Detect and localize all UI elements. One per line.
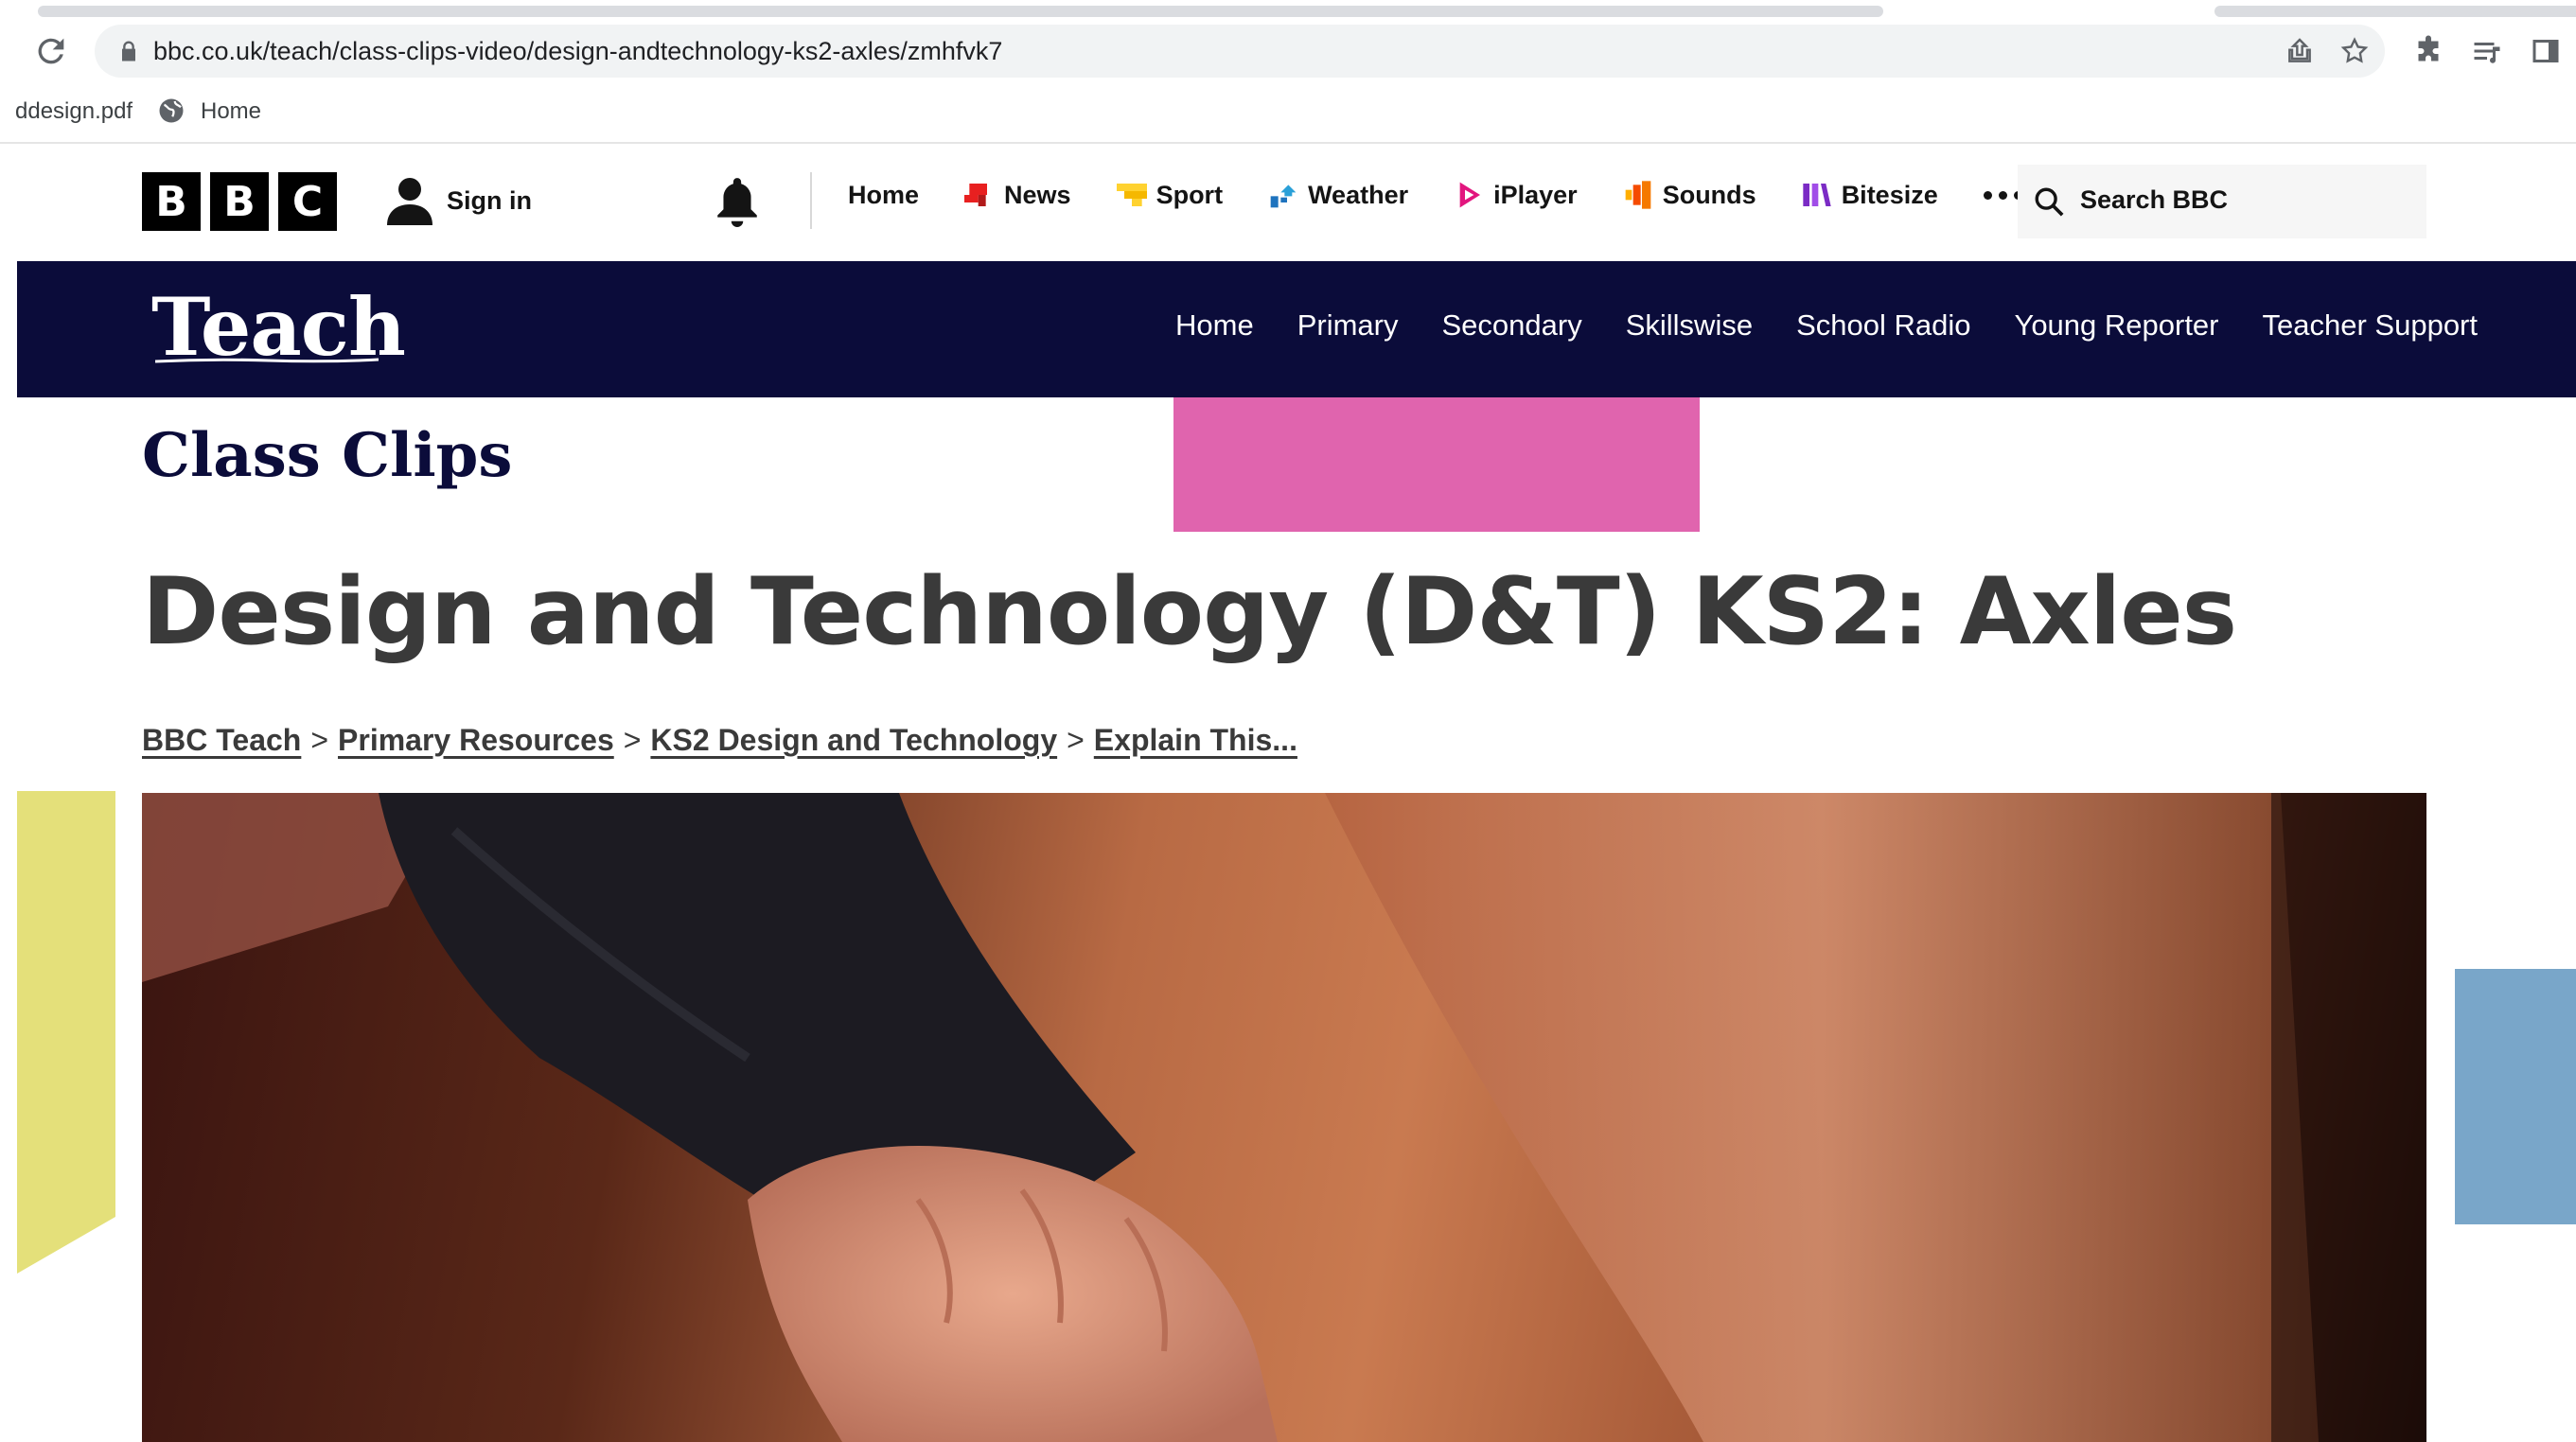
iplayer-icon (1459, 182, 1481, 208)
sport-icon (1116, 184, 1147, 206)
notifications-bell-icon[interactable] (714, 176, 761, 227)
masthead-divider (810, 172, 812, 229)
tab-strip-track-right (2214, 6, 2576, 17)
tab-strip-track (38, 6, 1883, 17)
teach-nav-skillswise[interactable]: Skillswise (1626, 308, 1753, 343)
section-heading: Class Clips (142, 420, 513, 491)
more-menu-icon[interactable] (1983, 190, 2022, 200)
browser-toolbar: bbc.co.uk/teach/class-clips-video/design… (0, 17, 2576, 85)
breadcrumb: BBC Teach > Primary Resources > KS2 Design a… (142, 723, 1297, 758)
teach-navbar: Teach Home Primary Secondary Skillswise … (17, 261, 2576, 397)
teach-nav-school-radio[interactable]: School Radio (1796, 308, 1970, 343)
page-title: Design and Technology (D&T) KS2: Axles (142, 558, 2237, 666)
share-icon[interactable] (2285, 36, 2315, 66)
teach-nav-primary[interactable]: Primary (1297, 308, 1399, 343)
masthead-nav-sport[interactable]: Sport (1116, 180, 1223, 210)
decorative-blue-block (2455, 969, 2576, 1224)
breadcrumb-link-explain-this[interactable]: Explain This... (1094, 723, 1297, 757)
lock-icon[interactable] (115, 38, 142, 64)
user-icon (387, 178, 432, 225)
extensions-icon[interactable] (2411, 34, 2445, 68)
bookmark-star-icon[interactable] (2339, 36, 2370, 66)
search-box[interactable]: Search BBC (2018, 165, 2426, 238)
breadcrumb-link-bbc-teach[interactable]: BBC Teach (142, 723, 301, 757)
masthead-nav-home[interactable]: Home (848, 181, 919, 210)
teach-nav: Home Primary Secondary Skillswise School… (1175, 308, 2478, 343)
address-bar[interactable]: bbc.co.uk/teach/class-clips-video/design… (95, 25, 2385, 78)
globe-icon (159, 98, 184, 123)
side-panel-icon[interactable] (2529, 34, 2563, 68)
teach-nav-young-reporter[interactable]: Young Reporter (2014, 308, 2218, 343)
teach-logo-underline (155, 358, 379, 363)
bbc-logo-letter: B (142, 172, 201, 231)
url-text[interactable]: bbc.co.uk/teach/class-clips-video/design… (153, 37, 1002, 66)
breadcrumb-separator: > (623, 723, 642, 757)
masthead-nav-sounds[interactable]: Sounds (1623, 180, 1756, 210)
masthead-nav: Home News Sport Weather iPlayer Sounds B… (848, 180, 2022, 210)
sounds-icon (1625, 181, 1651, 209)
bitesize-icon (1803, 184, 1831, 206)
breadcrumb-separator: > (1067, 723, 1085, 757)
bbc-logo[interactable]: B B C (142, 172, 337, 231)
masthead-nav-bitesize[interactable]: Bitesize (1802, 180, 1938, 210)
search-icon (2035, 187, 2064, 217)
bbc-masthead: B B C Sign in Home News Sport Weather iP… (17, 144, 2576, 261)
bbc-logo-letter: B (210, 172, 269, 231)
decorative-pink-block (1173, 397, 1700, 532)
reload-icon[interactable] (32, 32, 70, 70)
bbc-logo-letter: C (278, 172, 337, 231)
weather-icon (1270, 185, 1297, 208)
search-placeholder: Search BBC (2080, 185, 2229, 214)
video-player[interactable] (142, 793, 2426, 1442)
breadcrumb-link-primary-resources[interactable]: Primary Resources (338, 723, 614, 757)
breadcrumb-link-ks2-dt[interactable]: KS2 Design and Technology (650, 723, 1057, 757)
masthead-nav-news[interactable]: News (964, 180, 1071, 210)
bookmark-item[interactable]: ddesign.pdf (15, 98, 132, 125)
teach-nav-secondary[interactable]: Secondary (1442, 308, 1582, 343)
masthead-nav-iplayer[interactable]: iPlayer (1454, 180, 1578, 210)
sign-in-link[interactable]: Sign in (386, 176, 532, 225)
decorative-yellow-shape (17, 791, 115, 1274)
teach-nav-home[interactable]: Home (1175, 308, 1254, 343)
breadcrumb-separator: > (310, 723, 329, 757)
teach-nav-teacher-support[interactable]: Teacher Support (2263, 308, 2478, 343)
masthead-nav-weather[interactable]: Weather (1268, 180, 1408, 210)
sign-in-label: Sign in (447, 185, 532, 215)
tab-strip (0, 0, 2576, 17)
bookmarks-bar: ddesign.pdf Home (0, 85, 2576, 144)
bookmark-item[interactable]: Home (201, 98, 261, 125)
news-icon (964, 184, 988, 206)
reading-list-icon[interactable] (2470, 34, 2504, 68)
video-frame (142, 793, 2426, 1442)
